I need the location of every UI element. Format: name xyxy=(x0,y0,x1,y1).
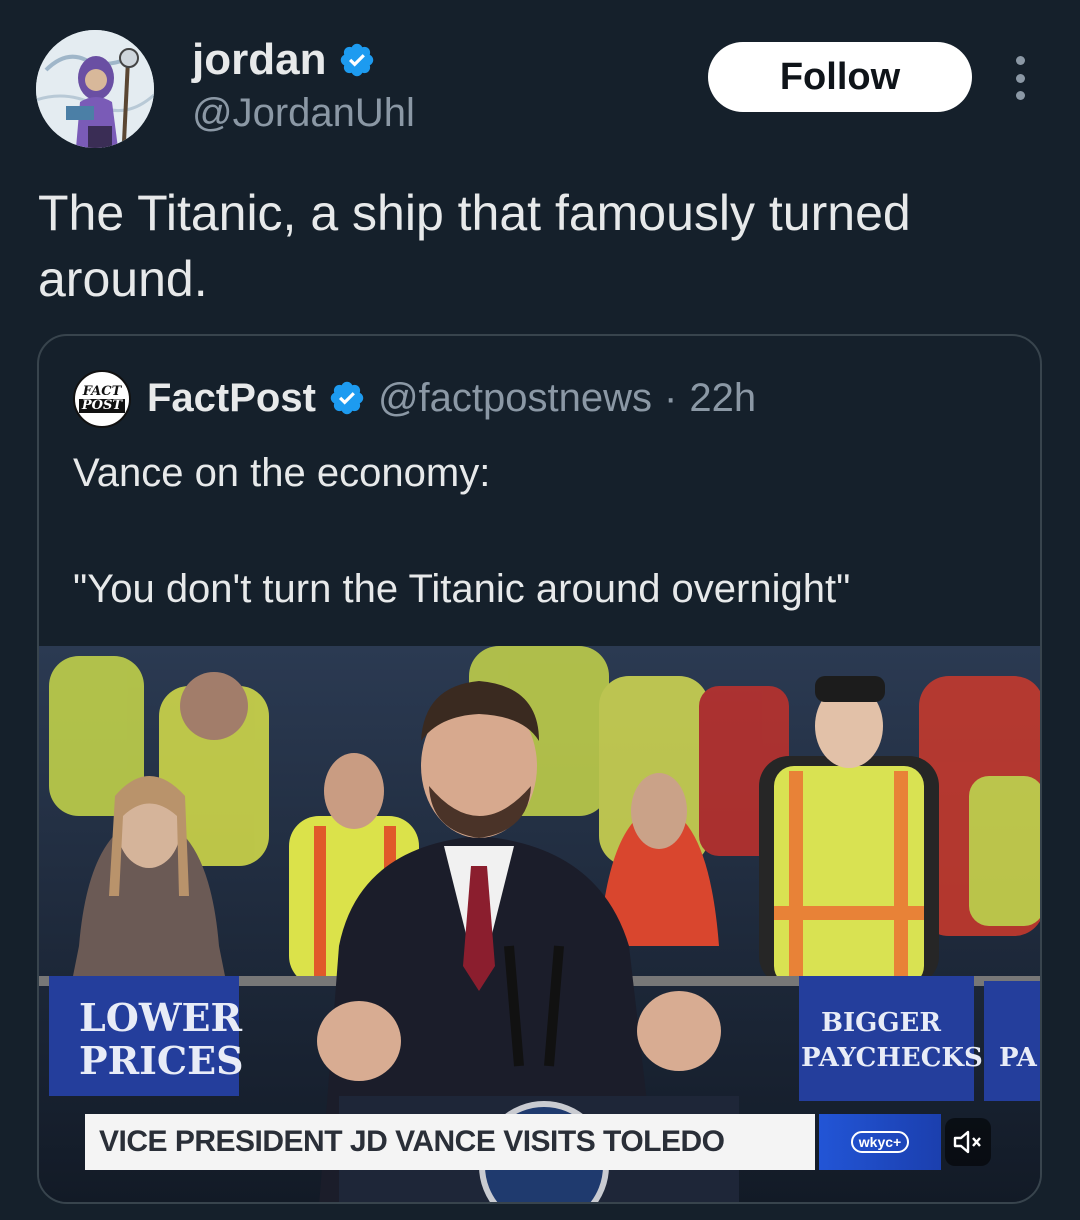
author-handle[interactable]: @JordanUhl xyxy=(192,88,415,138)
avatar-text-post: POST xyxy=(78,399,126,413)
author-name-text: jordan xyxy=(192,35,327,84)
sign-right-line1: BIGGER xyxy=(821,1008,941,1038)
tweet: jordan @JordanUhl Follow The Titanic, a … xyxy=(0,0,1080,1220)
sign-left-line1: LOWER xyxy=(79,995,242,1040)
network-logo: wkyc+ xyxy=(819,1114,941,1170)
quoted-author-avatar[interactable]: FACT POST xyxy=(73,370,131,428)
sign-left-line2: PRICES xyxy=(79,1038,244,1083)
network-logo-text: wkyc+ xyxy=(850,1131,910,1153)
tweet-text: The Titanic, a ship that famously turned… xyxy=(38,185,911,307)
meta-separator: · xyxy=(664,376,678,420)
quoted-timestamp[interactable]: 22h xyxy=(689,372,756,424)
quoted-video[interactable]: LOWER PRICES BIGGER PAYCHECKS PA VICE PR… xyxy=(39,646,1040,1202)
verified-badge-icon xyxy=(341,43,374,77)
sign-right-line2: PAYCHECKS xyxy=(801,1043,983,1073)
avatar-illustration xyxy=(36,30,154,148)
author-avatar[interactable] xyxy=(36,30,154,148)
quoted-tweet-header: FactPost @factpostnews · 22h xyxy=(147,372,756,424)
quoted-tweet-card[interactable]: FACT POST FactPost @factpostnews · 22h V… xyxy=(37,334,1042,1204)
follow-button[interactable]: Follow xyxy=(708,42,972,112)
verified-badge-icon xyxy=(330,381,364,415)
avatar-text-fact: FACT xyxy=(82,384,122,399)
sign-edge-text: PA xyxy=(999,1043,1038,1073)
video-lower-third: VICE PRESIDENT JD VANCE VISITS TOLEDO xyxy=(85,1114,815,1170)
author-name[interactable]: jordan xyxy=(192,34,376,86)
quoted-author-handle[interactable]: @factpostnews xyxy=(378,372,652,424)
more-options-icon[interactable] xyxy=(1004,56,1036,100)
speaker-muted-icon[interactable] xyxy=(945,1118,991,1166)
quoted-tweet-text: Vance on the economy: "You don't turn th… xyxy=(73,451,851,611)
quoted-author-name[interactable]: FactPost xyxy=(147,372,316,424)
